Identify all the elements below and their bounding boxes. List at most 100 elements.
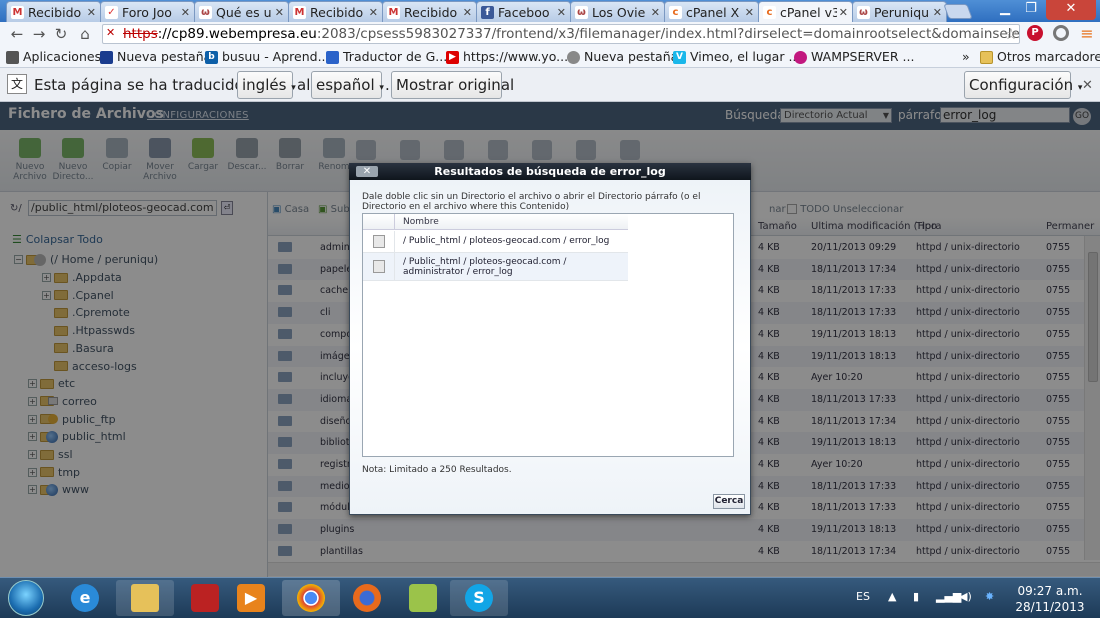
site-icon: ω (199, 5, 212, 19)
tab-title: Foro Joo (122, 4, 172, 20)
menu-icon[interactable]: ≡ (1078, 25, 1096, 43)
new-tab-button[interactable] (943, 4, 973, 19)
translate-period: . (385, 76, 390, 94)
forward-icon[interactable]: → (30, 25, 48, 43)
taskbar-ie[interactable]: e (56, 580, 114, 616)
bookmark-item[interactable]: ▶ https://www.yo... (446, 47, 568, 67)
bookmarks-overflow[interactable]: » (962, 47, 970, 67)
close-tab-icon[interactable]: ✕ (463, 6, 472, 19)
bookmark-apps[interactable]: Aplicaciones (6, 47, 101, 67)
browser-tab[interactable]: f Faceboo ✕ (476, 1, 571, 22)
home-icon[interactable]: ⌂ (76, 25, 94, 43)
bookmark-item[interactable]: WAMPSERVER ... (794, 47, 914, 67)
file-icon (373, 235, 385, 248)
toolbox-icon (191, 584, 219, 612)
result-item[interactable]: / Public_html / ploteos-geocad.com / adm… (363, 253, 628, 281)
close-tab-icon[interactable]: ✕ (369, 6, 378, 19)
column-name[interactable]: Nombre (403, 214, 439, 230)
close-tab-icon[interactable]: ✕ (839, 6, 848, 19)
close-tab-icon[interactable]: ✕ (87, 6, 96, 19)
busuu-icon: b (205, 50, 218, 64)
browser-tab[interactable]: c cPanel X ✕ (664, 1, 759, 22)
youtube-icon: ▶ (446, 50, 459, 64)
facebook-icon: f (481, 5, 494, 19)
bookmark-label: busuu - Aprend... (222, 49, 330, 64)
bookmark-item[interactable]: Traductor de G... (326, 47, 447, 67)
bookmark-item[interactable]: b busuu - Aprend... (205, 47, 330, 67)
browser-tab[interactable]: M Recibido ✕ (288, 1, 383, 22)
browser-tab[interactable]: M Recibido ✕ (382, 1, 477, 22)
close-tab-icon[interactable]: ✕ (651, 6, 660, 19)
url-scheme: https (123, 26, 158, 42)
language-indicator[interactable]: ES (856, 590, 870, 603)
browser-tab[interactable]: ✓ Foro Joo ✕ (100, 1, 195, 22)
bookmark-label: Otros marcadores (997, 49, 1100, 64)
reload-icon[interactable]: ↻ (52, 25, 70, 43)
browser-tab[interactable]: ω Los Ovie ✕ (570, 1, 665, 22)
page-icon (100, 50, 113, 64)
column-divider (394, 231, 395, 253)
bookmark-label: Traductor de G... (343, 49, 448, 64)
battery-icon[interactable]: ▮ (913, 590, 919, 603)
close-tab-icon[interactable]: ✕ (181, 6, 190, 19)
insecure-lock-icon[interactable]: ✕ (106, 27, 118, 39)
dialog-description: Dale doble clic sin un Directorio el arc… (362, 192, 701, 212)
taskbar-media[interactable]: ▶ (222, 580, 280, 616)
clock-time: 09:27 a.m. (1017, 584, 1083, 598)
browser-tab[interactable]: ω Qué es u ✕ (194, 1, 289, 22)
tab-title: Faceboo (498, 4, 550, 20)
gmail-icon: M (293, 5, 306, 19)
show-hidden-icons[interactable]: ▲ (888, 590, 896, 603)
column-divider (394, 214, 395, 230)
system-tray-icon[interactable]: ✸ (985, 590, 994, 603)
taskbar-skype[interactable]: S (450, 580, 508, 616)
bookmark-item[interactable]: Nueva pestaña (100, 47, 211, 67)
pinterest-icon[interactable]: P (1027, 25, 1043, 41)
close-translate-icon[interactable]: ✕ (1082, 78, 1093, 93)
results-limit-note: Nota: Limitado a 250 Resultados. (362, 465, 512, 475)
tab-title: Los Ovie (592, 4, 646, 20)
translate-config-button[interactable]: Configuración ▾ (964, 71, 1082, 99)
bookmark-item[interactable]: V Vimeo, el lugar ... (673, 47, 800, 67)
network-icon[interactable]: ▂▄▆ (936, 590, 961, 603)
vimeo-icon: V (673, 50, 686, 64)
taskbar-app[interactable] (394, 580, 452, 616)
translate-icon (326, 50, 339, 64)
dialog-close-icon[interactable]: ✕ (356, 166, 378, 177)
source-language-select[interactable]: inglés ▾ (237, 71, 296, 99)
bookmark-label: https://www.yo... (463, 49, 569, 64)
other-bookmarks[interactable]: Otros marcadores (980, 47, 1100, 67)
target-language-select[interactable]: español ▾ (311, 71, 384, 99)
dropdown-arrow-icon: ▾ (379, 83, 384, 93)
translate-to-label: al (297, 76, 311, 94)
taskbar-explorer[interactable] (116, 580, 174, 616)
start-button[interactable] (8, 580, 44, 616)
address-bar[interactable]: https://cp89.webempresa.eu:2083/cpsess59… (102, 24, 1020, 44)
browser-tab[interactable]: M Recibido ✕ (6, 1, 101, 22)
minimize-button[interactable]: ▁ (992, 0, 1018, 20)
browser-tab[interactable]: c cPanel v3 ✕ (758, 1, 853, 22)
browser-tab[interactable]: ω Peruniqu ✕ (852, 1, 947, 22)
close-dialog-button[interactable]: Cerca (713, 494, 745, 509)
media-player-icon: ▶ (237, 584, 265, 612)
result-path: / Public_html / ploteos-geocad.com / err… (403, 236, 610, 246)
close-tab-icon[interactable]: ✕ (275, 6, 284, 19)
page-icon (567, 50, 580, 64)
maximize-button[interactable]: ❐ (1018, 0, 1044, 20)
extension-icon[interactable] (1053, 25, 1069, 41)
bookmark-item[interactable]: Nueva pestaña (567, 47, 678, 67)
site-icon: ω (575, 5, 588, 19)
back-icon[interactable]: ← (8, 25, 26, 43)
bookmark-star-icon[interactable]: ☆ (1002, 25, 1020, 43)
close-tab-icon[interactable]: ✕ (933, 6, 942, 19)
close-tab-icon[interactable]: ✕ (745, 6, 754, 19)
close-window-button[interactable]: ✕ (1046, 0, 1096, 20)
taskbar-firefox[interactable] (338, 580, 396, 616)
show-original-button[interactable]: Mostrar original (391, 71, 514, 99)
volume-icon[interactable]: ◀) (959, 590, 972, 603)
close-tab-icon[interactable]: ✕ (557, 6, 566, 19)
taskbar-chrome[interactable] (282, 580, 340, 616)
folder-icon (131, 584, 159, 612)
result-item[interactable]: / Public_html / ploteos-geocad.com / err… (363, 231, 628, 253)
taskbar-clock[interactable]: 09:27 a.m. 28/11/2013 (1010, 583, 1090, 615)
